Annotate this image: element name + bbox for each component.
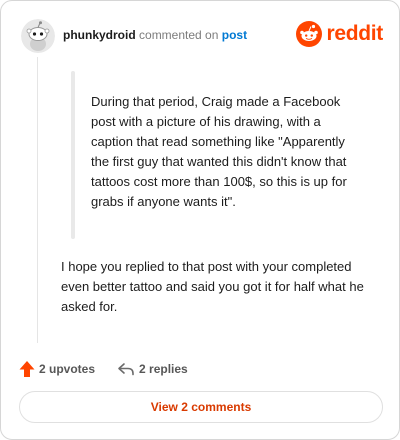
comment-actions: 2 upvotes 2 replies (19, 359, 188, 379)
byline-action: commented on (139, 28, 219, 42)
post-link[interactable]: post (222, 28, 247, 42)
comment-header: phunkydroid commented on post reddit (21, 19, 383, 53)
reddit-brand[interactable]: reddit (296, 19, 383, 49)
snoo-avatar-icon (21, 19, 55, 53)
quoted-text: During that period, Craig made a Faceboo… (91, 94, 347, 209)
avatar[interactable] (21, 19, 55, 53)
reply-arrow-icon[interactable] (117, 361, 135, 377)
reddit-logo-icon (296, 21, 323, 47)
byline: phunkydroid commented on post (63, 27, 247, 43)
upvote-arrow-icon[interactable] (19, 360, 35, 378)
comment-body: I hope you replied to that post with you… (61, 259, 364, 314)
view-comments-button[interactable]: View 2 comments (19, 391, 383, 423)
comment-card: phunkydroid commented on post reddit Dur… (0, 0, 400, 440)
thread-line (37, 57, 38, 343)
username-link[interactable]: phunkydroid (63, 28, 136, 42)
brand-wordmark: reddit (326, 22, 383, 45)
blockquote-bar (71, 71, 75, 239)
upvote-count: 2 upvotes (39, 362, 96, 376)
reply-count[interactable]: 2 replies (139, 362, 188, 376)
